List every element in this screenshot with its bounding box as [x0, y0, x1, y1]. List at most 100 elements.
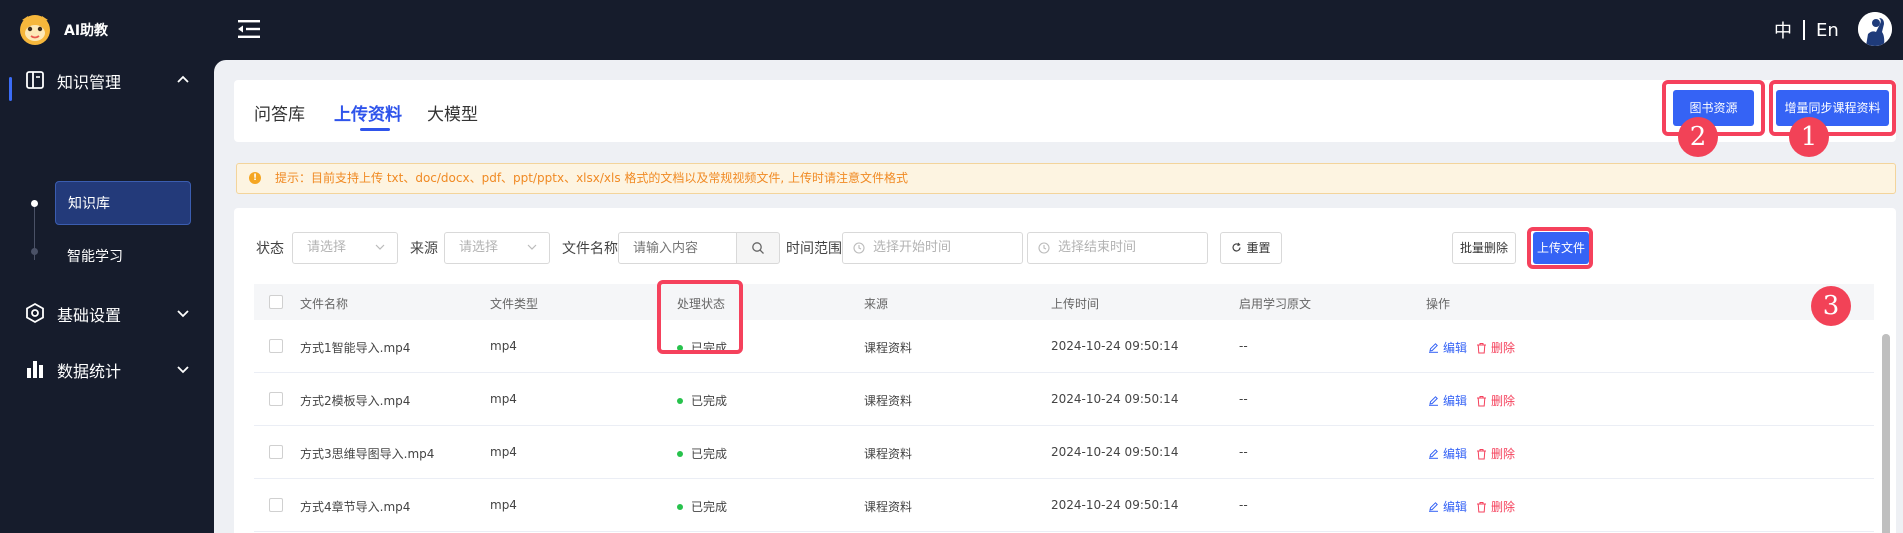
- active-tab-underline: [360, 128, 390, 131]
- row-checkbox[interactable]: [269, 339, 283, 353]
- chevron-down-icon: [375, 244, 385, 250]
- file-type: mp4: [490, 392, 517, 406]
- sidebar-group-knowledge[interactable]: 知识管理: [0, 58, 214, 102]
- edit-label: 编辑: [1443, 394, 1468, 408]
- delete-button[interactable]: 删除: [1476, 498, 1515, 515]
- refresh-icon: [1232, 242, 1242, 252]
- upload-time: 2024-10-24 09:50:14: [1051, 339, 1179, 353]
- table-scrollbar[interactable]: [1882, 334, 1890, 533]
- file-name: 方式1智能导入.mp4: [300, 341, 411, 355]
- sidebar-item-knowledge-base[interactable]: 知识库: [55, 181, 191, 225]
- upload-time: 2024-10-24 09:50:14: [1051, 445, 1179, 459]
- content-area: 问答库 上传资料 大模型 图书资源 增量同步课程资料 2 1 ! 提示：目前支持…: [214, 60, 1903, 533]
- scrollbar-thumb[interactable]: [1882, 334, 1890, 533]
- lang-zh[interactable]: 中: [1774, 17, 1792, 43]
- annotation-badge-2: 2: [1678, 117, 1718, 157]
- column-header: 来源: [864, 297, 889, 311]
- status-dot: [677, 450, 683, 457]
- end-time-input[interactable]: 选择结束时间: [1027, 232, 1208, 264]
- app-title: AI助教: [64, 23, 109, 39]
- upload-file-button[interactable]: 上传文件: [1533, 232, 1589, 264]
- lang-en[interactable]: En: [1816, 20, 1839, 41]
- tab-upload-materials[interactable]: 上传资料: [334, 100, 402, 125]
- edit-label: 编辑: [1443, 500, 1468, 514]
- delete-button[interactable]: 删除: [1476, 392, 1515, 409]
- learn-original: --: [1239, 498, 1248, 512]
- delete-button[interactable]: 删除: [1476, 445, 1515, 462]
- start-time-input[interactable]: 选择开始时间: [842, 232, 1023, 264]
- chevron-down-icon: [177, 366, 189, 374]
- file-name: 方式4章节导入.mp4: [300, 500, 411, 514]
- sync-course-materials-button[interactable]: 增量同步课程资料: [1776, 90, 1889, 126]
- sidebar-group-label: 知识管理: [57, 73, 122, 92]
- logo-icon: [20, 15, 50, 45]
- format-tip-banner: ! 提示：目前支持上传 txt、doc/docx、pdf、ppt/pptx、xl…: [236, 163, 1896, 194]
- column-header: 启用学习原文: [1239, 297, 1312, 311]
- source-select-placeholder: 请选择: [459, 240, 499, 255]
- file-name: 方式2模板导入.mp4: [300, 394, 411, 408]
- top-bar: AI助教 中 En: [0, 0, 1903, 58]
- edit-icon: [1429, 502, 1438, 512]
- edit-button[interactable]: 编辑: [1428, 339, 1467, 356]
- table-row: 方式3思维导图导入.mp4 mp4 已完成 课程资料 2024-10-24 09…: [254, 426, 1874, 479]
- trash-icon: [1477, 395, 1486, 406]
- status-select[interactable]: 请选择: [292, 232, 398, 264]
- chevron-down-icon: [177, 310, 189, 318]
- delete-label: 删除: [1491, 447, 1516, 461]
- filename-filter-label: 文件名称: [562, 241, 618, 257]
- tab-large-model[interactable]: 大模型: [427, 100, 478, 125]
- search-icon: [752, 242, 764, 254]
- column-header: 操作: [1426, 297, 1451, 311]
- status-badge: 已完成: [677, 498, 727, 515]
- file-source: 课程资料: [864, 394, 913, 408]
- lang-divider: [1803, 20, 1805, 40]
- file-type: mp4: [490, 498, 517, 512]
- file-name: 方式3思维导图导入.mp4: [300, 447, 435, 461]
- sidebar-group-label: 基础设置: [57, 306, 122, 325]
- delete-label: 删除: [1491, 341, 1516, 355]
- avatar[interactable]: [1858, 12, 1892, 46]
- reset-button[interactable]: 重置: [1220, 232, 1282, 264]
- file-type: mp4: [490, 445, 517, 459]
- select-all-checkbox[interactable]: [269, 295, 283, 309]
- file-source: 课程资料: [864, 447, 913, 461]
- file-source: 课程资料: [864, 341, 913, 355]
- column-header: 文件名称: [300, 297, 349, 311]
- status-text: 已完成: [691, 447, 728, 461]
- edit-icon: [1429, 343, 1438, 353]
- table-row: 方式4章节导入.mp4 mp4 已完成 课程资料 2024-10-24 09:5…: [254, 479, 1874, 532]
- sidebar-item-smart-learning[interactable]: 智能学习: [55, 235, 191, 279]
- row-checkbox[interactable]: [269, 392, 283, 406]
- book-icon: [26, 71, 44, 89]
- source-select[interactable]: 请选择: [444, 232, 550, 264]
- bar-chart-icon: [27, 361, 43, 378]
- status-dot: [677, 397, 683, 404]
- sidebar-group-basic-settings[interactable]: 基础设置: [0, 291, 214, 335]
- table-row: 方式2模板导入.mp4 mp4 已完成 课程资料 2024-10-24 09:5…: [254, 373, 1874, 426]
- edit-button[interactable]: 编辑: [1428, 445, 1467, 462]
- batch-delete-button[interactable]: 批量删除: [1452, 232, 1516, 264]
- annotation-badge-1: 1: [1789, 117, 1829, 157]
- row-checkbox[interactable]: [269, 498, 283, 512]
- edit-button[interactable]: 编辑: [1428, 498, 1467, 515]
- sidebar-group-statistics[interactable]: 数据统计: [0, 347, 214, 391]
- user-avatar-icon: [1858, 12, 1892, 46]
- sidebar-group-label: 数据统计: [57, 362, 122, 381]
- edit-label: 编辑: [1443, 341, 1468, 355]
- status-badge: 已完成: [677, 392, 727, 409]
- menu-collapse-icon[interactable]: [236, 16, 264, 42]
- settings-icon: [26, 302, 44, 324]
- annotation-badge-3: 3: [1811, 286, 1851, 326]
- delete-label: 删除: [1491, 500, 1516, 514]
- search-button[interactable]: [736, 232, 780, 264]
- chevron-down-icon: [527, 244, 537, 250]
- tab-qa-library[interactable]: 问答库: [254, 100, 305, 125]
- status-dot: [677, 503, 683, 510]
- filename-input[interactable]: [618, 232, 738, 264]
- delete-button[interactable]: 删除: [1476, 339, 1515, 356]
- status-text: 已完成: [691, 500, 728, 514]
- edit-button[interactable]: 编辑: [1428, 392, 1467, 409]
- highlight-box-status: [657, 280, 743, 354]
- row-checkbox[interactable]: [269, 445, 283, 459]
- status-select-placeholder: 请选择: [307, 240, 347, 255]
